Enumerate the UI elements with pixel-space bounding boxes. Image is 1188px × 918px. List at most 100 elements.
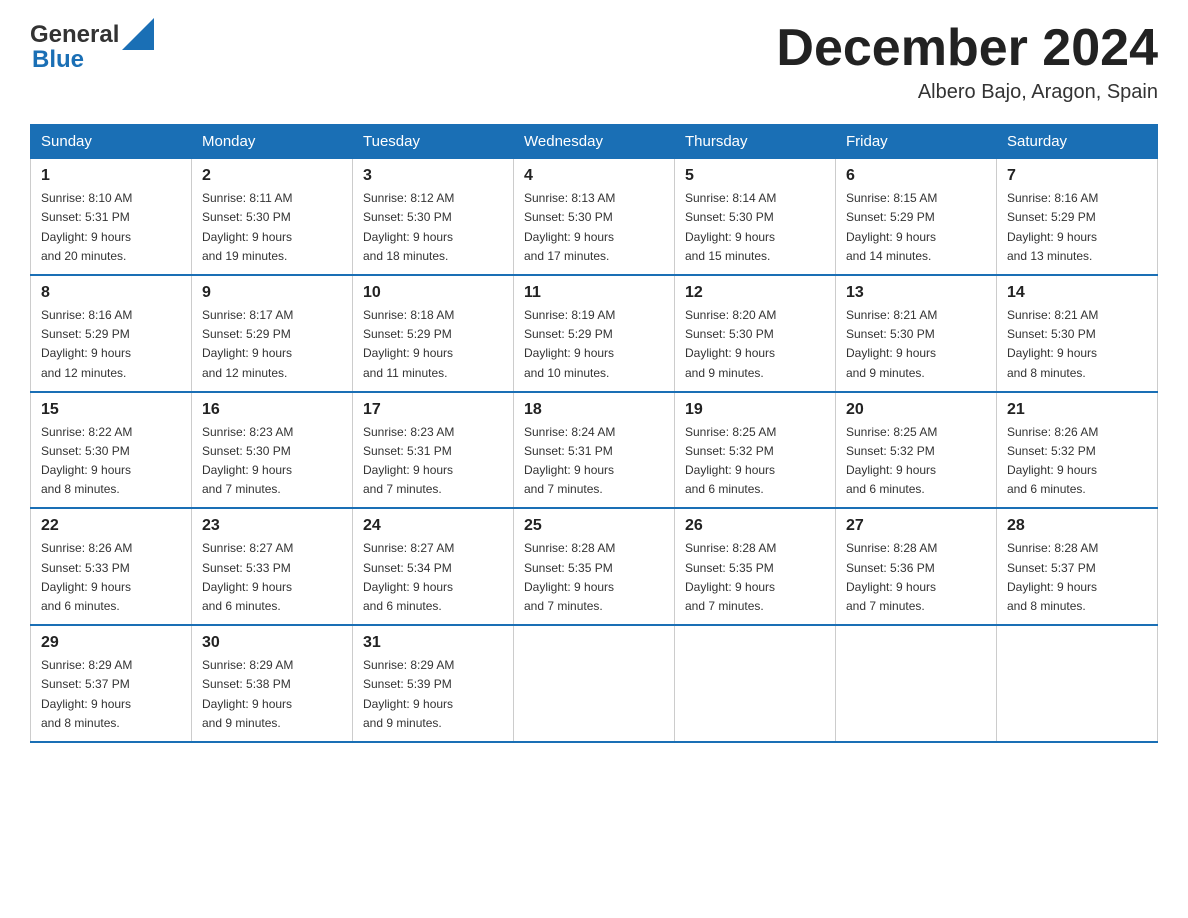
day-number: 11 xyxy=(524,284,664,302)
day-info: Sunrise: 8:27 AM Sunset: 5:34 PM Dayligh… xyxy=(363,539,503,616)
day-info: Sunrise: 8:18 AM Sunset: 5:29 PM Dayligh… xyxy=(363,306,503,383)
day-info: Sunrise: 8:23 AM Sunset: 5:31 PM Dayligh… xyxy=(363,423,503,500)
table-row: 28 Sunrise: 8:28 AM Sunset: 5:37 PM Dayl… xyxy=(997,508,1158,625)
table-row: 2 Sunrise: 8:11 AM Sunset: 5:30 PM Dayli… xyxy=(192,159,353,275)
table-row: 3 Sunrise: 8:12 AM Sunset: 5:30 PM Dayli… xyxy=(353,159,514,275)
title-block: December 2024 Albero Bajo, Aragon, Spain xyxy=(776,20,1158,104)
table-row: 6 Sunrise: 8:15 AM Sunset: 5:29 PM Dayli… xyxy=(836,159,997,275)
calendar-table: Sunday Monday Tuesday Wednesday Thursday… xyxy=(30,124,1158,743)
day-number: 9 xyxy=(202,284,342,302)
day-number: 14 xyxy=(1007,284,1147,302)
table-row: 16 Sunrise: 8:23 AM Sunset: 5:30 PM Dayl… xyxy=(192,392,353,509)
day-info: Sunrise: 8:24 AM Sunset: 5:31 PM Dayligh… xyxy=(524,423,664,500)
table-row: 5 Sunrise: 8:14 AM Sunset: 5:30 PM Dayli… xyxy=(675,159,836,275)
table-row: 11 Sunrise: 8:19 AM Sunset: 5:29 PM Dayl… xyxy=(514,275,675,392)
day-info: Sunrise: 8:21 AM Sunset: 5:30 PM Dayligh… xyxy=(1007,306,1147,383)
day-number: 17 xyxy=(363,401,503,419)
day-number: 26 xyxy=(685,517,825,535)
col-wednesday: Wednesday xyxy=(514,125,675,159)
table-row: 4 Sunrise: 8:13 AM Sunset: 5:30 PM Dayli… xyxy=(514,159,675,275)
table-row: 26 Sunrise: 8:28 AM Sunset: 5:35 PM Dayl… xyxy=(675,508,836,625)
calendar-week-row: 8 Sunrise: 8:16 AM Sunset: 5:29 PM Dayli… xyxy=(31,275,1158,392)
table-row: 19 Sunrise: 8:25 AM Sunset: 5:32 PM Dayl… xyxy=(675,392,836,509)
day-number: 12 xyxy=(685,284,825,302)
day-info: Sunrise: 8:28 AM Sunset: 5:36 PM Dayligh… xyxy=(846,539,986,616)
day-number: 31 xyxy=(363,634,503,652)
table-row: 14 Sunrise: 8:21 AM Sunset: 5:30 PM Dayl… xyxy=(997,275,1158,392)
table-row: 31 Sunrise: 8:29 AM Sunset: 5:39 PM Dayl… xyxy=(353,625,514,742)
logo-general-text: General xyxy=(30,21,119,49)
table-row: 24 Sunrise: 8:27 AM Sunset: 5:34 PM Dayl… xyxy=(353,508,514,625)
table-row: 15 Sunrise: 8:22 AM Sunset: 5:30 PM Dayl… xyxy=(31,392,192,509)
day-number: 24 xyxy=(363,517,503,535)
day-number: 29 xyxy=(41,634,181,652)
table-row: 30 Sunrise: 8:29 AM Sunset: 5:38 PM Dayl… xyxy=(192,625,353,742)
day-number: 13 xyxy=(846,284,986,302)
day-info: Sunrise: 8:19 AM Sunset: 5:29 PM Dayligh… xyxy=(524,306,664,383)
day-number: 4 xyxy=(524,167,664,185)
day-info: Sunrise: 8:26 AM Sunset: 5:33 PM Dayligh… xyxy=(41,539,181,616)
day-info: Sunrise: 8:29 AM Sunset: 5:38 PM Dayligh… xyxy=(202,656,342,733)
table-row: 13 Sunrise: 8:21 AM Sunset: 5:30 PM Dayl… xyxy=(836,275,997,392)
logo-triangle-icon xyxy=(122,18,154,50)
day-info: Sunrise: 8:15 AM Sunset: 5:29 PM Dayligh… xyxy=(846,189,986,266)
calendar-week-row: 15 Sunrise: 8:22 AM Sunset: 5:30 PM Dayl… xyxy=(31,392,1158,509)
col-sunday: Sunday xyxy=(31,125,192,159)
day-number: 22 xyxy=(41,517,181,535)
logo-blue-text: Blue xyxy=(32,46,84,74)
day-info: Sunrise: 8:25 AM Sunset: 5:32 PM Dayligh… xyxy=(685,423,825,500)
day-number: 20 xyxy=(846,401,986,419)
day-number: 10 xyxy=(363,284,503,302)
calendar-header-row: Sunday Monday Tuesday Wednesday Thursday… xyxy=(31,125,1158,159)
day-number: 8 xyxy=(41,284,181,302)
calendar-week-row: 29 Sunrise: 8:29 AM Sunset: 5:37 PM Dayl… xyxy=(31,625,1158,742)
table-row xyxy=(514,625,675,742)
table-row xyxy=(997,625,1158,742)
table-row xyxy=(836,625,997,742)
table-row: 10 Sunrise: 8:18 AM Sunset: 5:29 PM Dayl… xyxy=(353,275,514,392)
day-number: 5 xyxy=(685,167,825,185)
table-row: 29 Sunrise: 8:29 AM Sunset: 5:37 PM Dayl… xyxy=(31,625,192,742)
day-info: Sunrise: 8:22 AM Sunset: 5:30 PM Dayligh… xyxy=(41,423,181,500)
month-title: December 2024 xyxy=(776,20,1158,77)
day-number: 18 xyxy=(524,401,664,419)
day-info: Sunrise: 8:26 AM Sunset: 5:32 PM Dayligh… xyxy=(1007,423,1147,500)
logo: General Blue xyxy=(30,20,154,74)
day-number: 16 xyxy=(202,401,342,419)
day-info: Sunrise: 8:10 AM Sunset: 5:31 PM Dayligh… xyxy=(41,189,181,266)
day-number: 25 xyxy=(524,517,664,535)
day-info: Sunrise: 8:16 AM Sunset: 5:29 PM Dayligh… xyxy=(1007,189,1147,266)
day-info: Sunrise: 8:29 AM Sunset: 5:39 PM Dayligh… xyxy=(363,656,503,733)
table-row: 1 Sunrise: 8:10 AM Sunset: 5:31 PM Dayli… xyxy=(31,159,192,275)
table-row: 8 Sunrise: 8:16 AM Sunset: 5:29 PM Dayli… xyxy=(31,275,192,392)
day-number: 1 xyxy=(41,167,181,185)
day-number: 6 xyxy=(846,167,986,185)
day-number: 23 xyxy=(202,517,342,535)
day-info: Sunrise: 8:11 AM Sunset: 5:30 PM Dayligh… xyxy=(202,189,342,266)
day-number: 21 xyxy=(1007,401,1147,419)
day-number: 15 xyxy=(41,401,181,419)
day-number: 27 xyxy=(846,517,986,535)
table-row xyxy=(675,625,836,742)
day-info: Sunrise: 8:27 AM Sunset: 5:33 PM Dayligh… xyxy=(202,539,342,616)
day-info: Sunrise: 8:23 AM Sunset: 5:30 PM Dayligh… xyxy=(202,423,342,500)
day-info: Sunrise: 8:12 AM Sunset: 5:30 PM Dayligh… xyxy=(363,189,503,266)
table-row: 7 Sunrise: 8:16 AM Sunset: 5:29 PM Dayli… xyxy=(997,159,1158,275)
col-tuesday: Tuesday xyxy=(353,125,514,159)
day-info: Sunrise: 8:28 AM Sunset: 5:35 PM Dayligh… xyxy=(524,539,664,616)
calendar-week-row: 1 Sunrise: 8:10 AM Sunset: 5:31 PM Dayli… xyxy=(31,159,1158,275)
day-number: 30 xyxy=(202,634,342,652)
day-number: 7 xyxy=(1007,167,1147,185)
day-number: 2 xyxy=(202,167,342,185)
col-friday: Friday xyxy=(836,125,997,159)
day-info: Sunrise: 8:17 AM Sunset: 5:29 PM Dayligh… xyxy=(202,306,342,383)
location-text: Albero Bajo, Aragon, Spain xyxy=(776,81,1158,104)
day-info: Sunrise: 8:28 AM Sunset: 5:35 PM Dayligh… xyxy=(685,539,825,616)
day-info: Sunrise: 8:14 AM Sunset: 5:30 PM Dayligh… xyxy=(685,189,825,266)
day-info: Sunrise: 8:20 AM Sunset: 5:30 PM Dayligh… xyxy=(685,306,825,383)
day-info: Sunrise: 8:16 AM Sunset: 5:29 PM Dayligh… xyxy=(41,306,181,383)
day-info: Sunrise: 8:28 AM Sunset: 5:37 PM Dayligh… xyxy=(1007,539,1147,616)
table-row: 23 Sunrise: 8:27 AM Sunset: 5:33 PM Dayl… xyxy=(192,508,353,625)
table-row: 18 Sunrise: 8:24 AM Sunset: 5:31 PM Dayl… xyxy=(514,392,675,509)
col-saturday: Saturday xyxy=(997,125,1158,159)
